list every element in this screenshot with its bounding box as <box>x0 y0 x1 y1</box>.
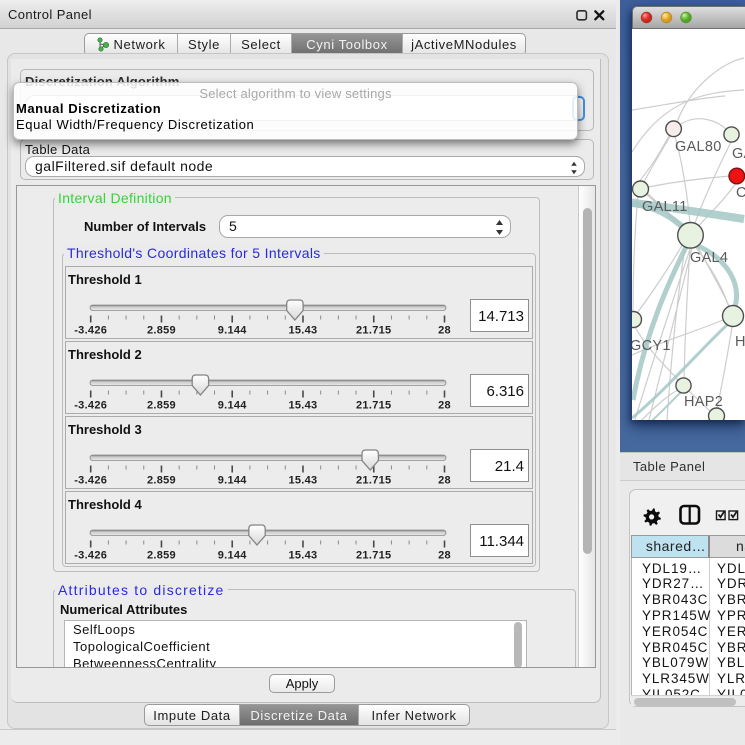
svg-text:2.859: 2.859 <box>147 475 176 487</box>
svg-text:-3.426: -3.426 <box>74 325 107 337</box>
svg-text:21.715: 21.715 <box>356 550 391 562</box>
svg-text:9.144: 9.144 <box>218 550 248 562</box>
svg-text:28: 28 <box>438 400 451 412</box>
svg-text:-3.426: -3.426 <box>74 475 107 487</box>
svg-text:21.715: 21.715 <box>356 475 391 487</box>
svg-text:-3.426: -3.426 <box>74 550 107 562</box>
svg-text:2.859: 2.859 <box>147 325 176 337</box>
svg-text:15.43: 15.43 <box>288 325 317 337</box>
svg-text:15.43: 15.43 <box>288 475 317 487</box>
svg-text:9.144: 9.144 <box>218 325 248 337</box>
svg-text:21.715: 21.715 <box>356 400 391 412</box>
svg-text:9.144: 9.144 <box>218 475 248 487</box>
svg-text:28: 28 <box>438 550 451 562</box>
svg-text:GCY1: GCY1 <box>632 338 671 354</box>
svg-text:GAL80: GAL80 <box>675 139 722 155</box>
svg-text:GAL11: GAL11 <box>642 199 688 215</box>
svg-text:28: 28 <box>438 475 451 487</box>
svg-text:15.43: 15.43 <box>288 400 317 412</box>
svg-text:28: 28 <box>438 325 451 337</box>
svg-text:GAL: GAL <box>732 146 745 162</box>
svg-text:21.715: 21.715 <box>356 325 391 337</box>
svg-text:HAP2: HAP2 <box>684 394 723 410</box>
svg-text:15.43: 15.43 <box>288 550 317 562</box>
svg-text:GAL4: GAL4 <box>690 250 728 266</box>
svg-text:2.859: 2.859 <box>147 550 176 562</box>
svg-text:9.144: 9.144 <box>218 400 248 412</box>
svg-text:CY: CY <box>736 185 745 201</box>
svg-text:-3.426: -3.426 <box>74 400 107 412</box>
svg-text:HI: HI <box>735 334 745 350</box>
svg-text:2.859: 2.859 <box>147 400 176 412</box>
